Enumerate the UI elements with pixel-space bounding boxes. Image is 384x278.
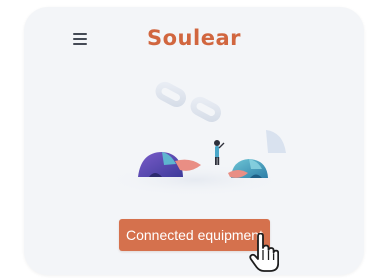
app-card: Soulear Connected equipment (24, 7, 364, 275)
connected-equipment-button[interactable]: Connected equipment (119, 219, 270, 251)
brand-logo: Soulear (147, 26, 241, 50)
dome-right (228, 159, 268, 178)
backdrop-shape (266, 130, 286, 153)
broken-chain-icon (155, 81, 222, 122)
person-figure (214, 140, 225, 165)
hand-pointer-icon (249, 233, 279, 272)
no-device-illustration (103, 81, 287, 197)
